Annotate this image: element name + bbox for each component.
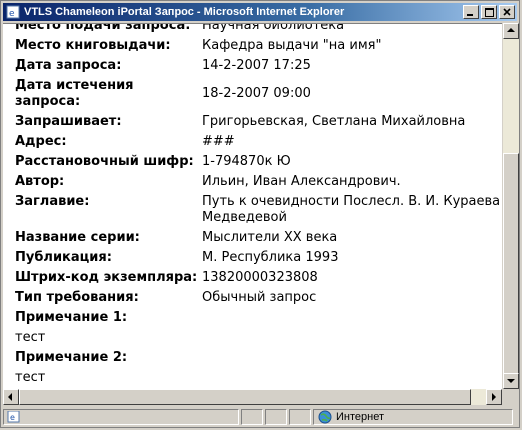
field-label: Публикация: <box>15 250 112 265</box>
field-value: М. Республика 1993 <box>202 250 339 265</box>
field-value: Путь к очевидности Послесл. В. И. Кураев… <box>202 194 501 225</box>
field-value: 18-2-2007 09:00 <box>202 86 311 101</box>
maximize-icon <box>485 8 494 17</box>
horizontal-scroll-thumb[interactable] <box>19 389 471 405</box>
status-pane-zone: Интернет <box>313 409 513 425</box>
field-label: Место книговыдачи: <box>15 38 171 53</box>
field-label: Штрих-код экземпляра: <box>15 270 198 285</box>
status-pane-blocked <box>289 409 311 425</box>
status-pane-main: e <box>3 409 239 425</box>
minimize-icon <box>467 14 473 16</box>
field-label: Дата запроса: <box>15 58 122 73</box>
window-title: VTLS Chameleon iPortal Запрос - Microsof… <box>24 6 345 18</box>
scroll-right-button[interactable] <box>486 389 502 405</box>
horizontal-scrollbar[interactable] <box>3 389 502 405</box>
field-value: 1-794870к Ю <box>202 154 291 169</box>
field-value: ### <box>202 134 235 149</box>
scroll-up-button[interactable] <box>503 23 519 39</box>
close-button[interactable] <box>499 5 515 19</box>
globe-icon <box>318 410 332 424</box>
field-value: Обычный запрос <box>202 290 317 305</box>
field-value: Григорьевская, Светлана Михайловна <box>202 114 466 129</box>
field-value: 13820000323808 <box>202 270 318 285</box>
field-label: Примечание 1: <box>15 310 128 325</box>
scroll-down-button[interactable] <box>503 373 519 389</box>
field-label: Автор: <box>15 174 65 189</box>
field-label: Название серии: <box>15 230 140 245</box>
scrollbar-corner <box>502 389 518 405</box>
field-value: Научная библиотека <box>202 23 345 33</box>
vertical-scroll-thumb[interactable] <box>503 153 519 389</box>
field-label: Заглавие: <box>15 194 90 209</box>
maximize-button[interactable] <box>481 5 497 19</box>
page-content: Место подачи запроса: Научная библиотека… <box>3 23 502 390</box>
scroll-left-button[interactable] <box>3 389 19 405</box>
svg-text:e: e <box>10 413 15 422</box>
field-value: Ильин, Иван Александрович. <box>202 174 401 189</box>
vertical-scrollbar[interactable] <box>502 23 519 389</box>
svg-text:e: e <box>9 9 15 19</box>
status-pane-lock <box>265 409 287 425</box>
note-value: тест <box>15 330 46 345</box>
minimize-button[interactable] <box>463 5 479 19</box>
ie-page-icon: e <box>6 5 20 19</box>
field-label: Примечание 2: <box>15 350 128 365</box>
field-label: Запрашивает: <box>15 114 122 129</box>
field-value: Кафедра выдачи "на имя" <box>202 38 382 53</box>
note-value: тест <box>15 370 46 385</box>
browser-window: e VTLS Chameleon iPortal Запрос - Micros… <box>0 0 520 428</box>
field-label: Место подачи запроса: <box>15 23 191 33</box>
title-bar[interactable]: e VTLS Chameleon iPortal Запрос - Micros… <box>3 3 517 21</box>
status-bar: e Интернет <box>3 407 517 427</box>
field-value: 14-2-2007 17:25 <box>202 58 311 73</box>
field-label: Тип требования: <box>15 290 139 305</box>
arrow-right-icon <box>492 393 496 401</box>
field-label: Адрес: <box>15 134 67 149</box>
field-value: Мыслители XX века <box>202 230 338 245</box>
arrow-up-icon <box>507 28 515 32</box>
arrow-down-icon <box>507 379 515 383</box>
arrow-left-icon <box>8 393 12 401</box>
status-pane-progress <box>241 409 263 425</box>
close-icon <box>503 8 511 16</box>
field-label: Расстановочный шифр: <box>15 154 194 169</box>
ie-page-icon: e <box>7 411 20 423</box>
field-label: Дата истечения запроса: <box>15 78 134 109</box>
zone-label: Интернет <box>336 411 384 423</box>
